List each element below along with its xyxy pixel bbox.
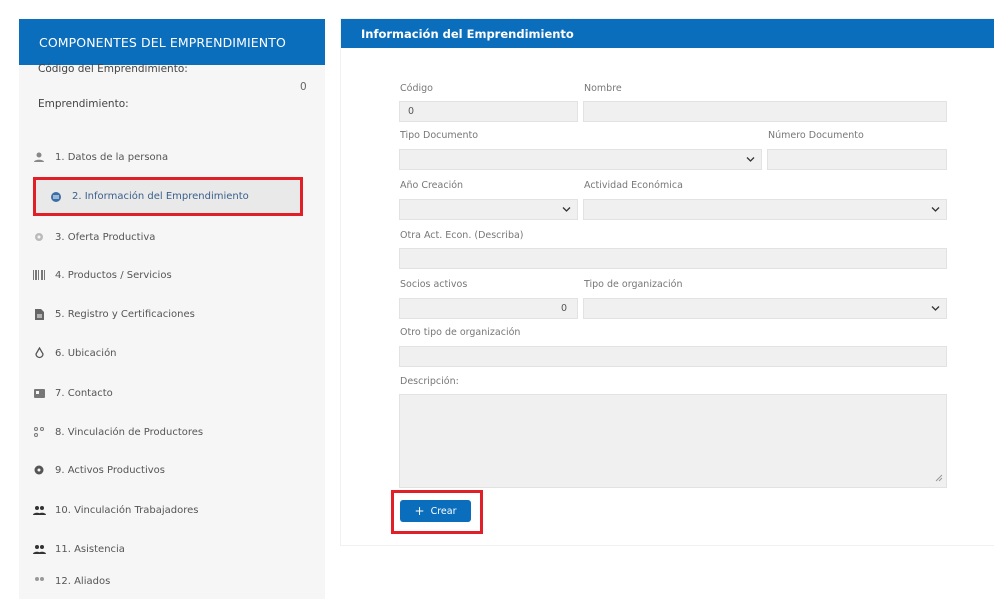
- users-icon: [29, 575, 49, 587]
- nombre-field[interactable]: [583, 101, 947, 122]
- chevron-down-icon: [931, 204, 940, 215]
- sidebar-item-label: 12. Aliados: [55, 575, 111, 587]
- map-pin-icon: [29, 346, 49, 360]
- sidebar-item-label: 5. Registro y Certificaciones: [55, 308, 195, 320]
- network-icon: [29, 426, 49, 438]
- sidebar-item-contacto[interactable]: 7. Contacto: [19, 376, 287, 410]
- emprendimiento-code-value: 0: [300, 81, 307, 93]
- sidebar-item-productos-servicios[interactable]: 4. Productos / Servicios: [19, 258, 287, 292]
- sidebar-header: COMPONENTES DEL EMPRENDIMIENTO: [19, 19, 325, 65]
- emprendimiento-name-label: Emprendimiento:: [38, 98, 129, 110]
- crear-button[interactable]: + Crear: [400, 500, 471, 522]
- sidebar-item-datos-persona[interactable]: 1. Datos de la persona: [19, 140, 287, 174]
- globe-icon: [46, 191, 66, 203]
- anio-creacion-select[interactable]: [399, 199, 578, 220]
- sidebar-item-aliados[interactable]: 12. Aliados: [19, 572, 287, 590]
- sidebar-item-vinculacion-productores[interactable]: 8. Vinculación de Productores: [19, 415, 287, 449]
- sidebar-item-activos-productivos[interactable]: 9. Activos Productivos: [19, 453, 287, 487]
- descripcion-label: Descripción:: [400, 376, 459, 387]
- otra-actividad-field[interactable]: [399, 248, 947, 269]
- sidebar-item-label: 11. Asistencia: [55, 543, 125, 555]
- socios-activos-field[interactable]: 0: [399, 298, 578, 319]
- sidebar-item-label: 10. Vinculación Trabajadores: [55, 504, 199, 516]
- sidebar-item-label: 8. Vinculación de Productores: [55, 426, 204, 438]
- emprendimiento-code-label: Código del Emprendimiento:: [38, 63, 188, 75]
- crear-button-label: Crear: [430, 505, 457, 517]
- numero-documento-label: Número Documento: [768, 130, 864, 141]
- panel-title: Información del Emprendimiento: [341, 19, 994, 48]
- chevron-down-icon: [746, 154, 755, 165]
- sidebar-item-asistencia[interactable]: 11. Asistencia: [19, 532, 287, 566]
- tipo-organizacion-select[interactable]: [583, 298, 947, 319]
- codigo-label: Código: [400, 83, 433, 94]
- actividad-economica-label: Actividad Económica: [584, 180, 683, 191]
- otro-tipo-organizacion-label: Otro tipo de organización: [400, 327, 521, 338]
- barcode-icon: [29, 269, 49, 281]
- anio-creacion-label: Año Creación: [400, 180, 464, 191]
- tipo-documento-select[interactable]: [399, 149, 762, 170]
- resize-handle-icon[interactable]: [935, 474, 943, 485]
- otra-actividad-label: Otra Act. Econ. (Describa): [400, 230, 524, 241]
- users-icon: [29, 504, 49, 516]
- sidebar-item-label: 1. Datos de la persona: [55, 151, 169, 163]
- tipo-documento-label: Tipo Documento: [400, 130, 479, 141]
- sidebar-item-informacion-emprendimiento[interactable]: 2. Información del Emprendimiento: [33, 177, 303, 216]
- sidebar-item-label: 4. Productos / Servicios: [55, 269, 172, 281]
- socios-activos-value: 0: [560, 303, 567, 314]
- socios-activos-label: Socios activos: [400, 279, 468, 290]
- sidebar-item-registro-certificaciones[interactable]: 5. Registro y Certificaciones: [19, 297, 287, 331]
- codigo-field[interactable]: 0: [399, 101, 578, 122]
- nombre-label: Nombre: [584, 83, 622, 94]
- actividad-economica-select[interactable]: [583, 199, 947, 220]
- sidebar-item-label: 7. Contacto: [55, 387, 113, 399]
- sidebar-item-label: 9. Activos Productivos: [55, 464, 165, 476]
- descripcion-textarea[interactable]: [399, 394, 947, 488]
- sidebar-item-ubicacion[interactable]: 6. Ubicación: [19, 336, 287, 370]
- plus-icon: +: [414, 504, 425, 518]
- sidebar-item-oferta-productiva[interactable]: 3. Oferta Productiva: [19, 220, 287, 254]
- sidebar-item-label: 6. Ubicación: [55, 347, 117, 359]
- chevron-down-icon: [931, 303, 940, 314]
- person-icon: [29, 151, 49, 163]
- sidebar-item-vinculacion-trabajadores[interactable]: 10. Vinculación Trabajadores: [19, 493, 287, 527]
- sidebar-item-label: 3. Oferta Productiva: [55, 231, 156, 243]
- codigo-value: 0: [408, 106, 415, 117]
- sidebar-item-label: 2. Información del Emprendimiento: [72, 191, 249, 202]
- users-icon: [29, 543, 49, 555]
- document-icon: [29, 308, 49, 321]
- gear-icon: [29, 231, 49, 243]
- chevron-down-icon: [562, 204, 571, 215]
- numero-documento-field[interactable]: [767, 149, 947, 170]
- otro-tipo-organizacion-field[interactable]: [399, 346, 947, 367]
- contact-card-icon: [29, 388, 49, 399]
- tipo-organizacion-label: Tipo de organización: [584, 279, 683, 290]
- cog-icon: [29, 464, 49, 476]
